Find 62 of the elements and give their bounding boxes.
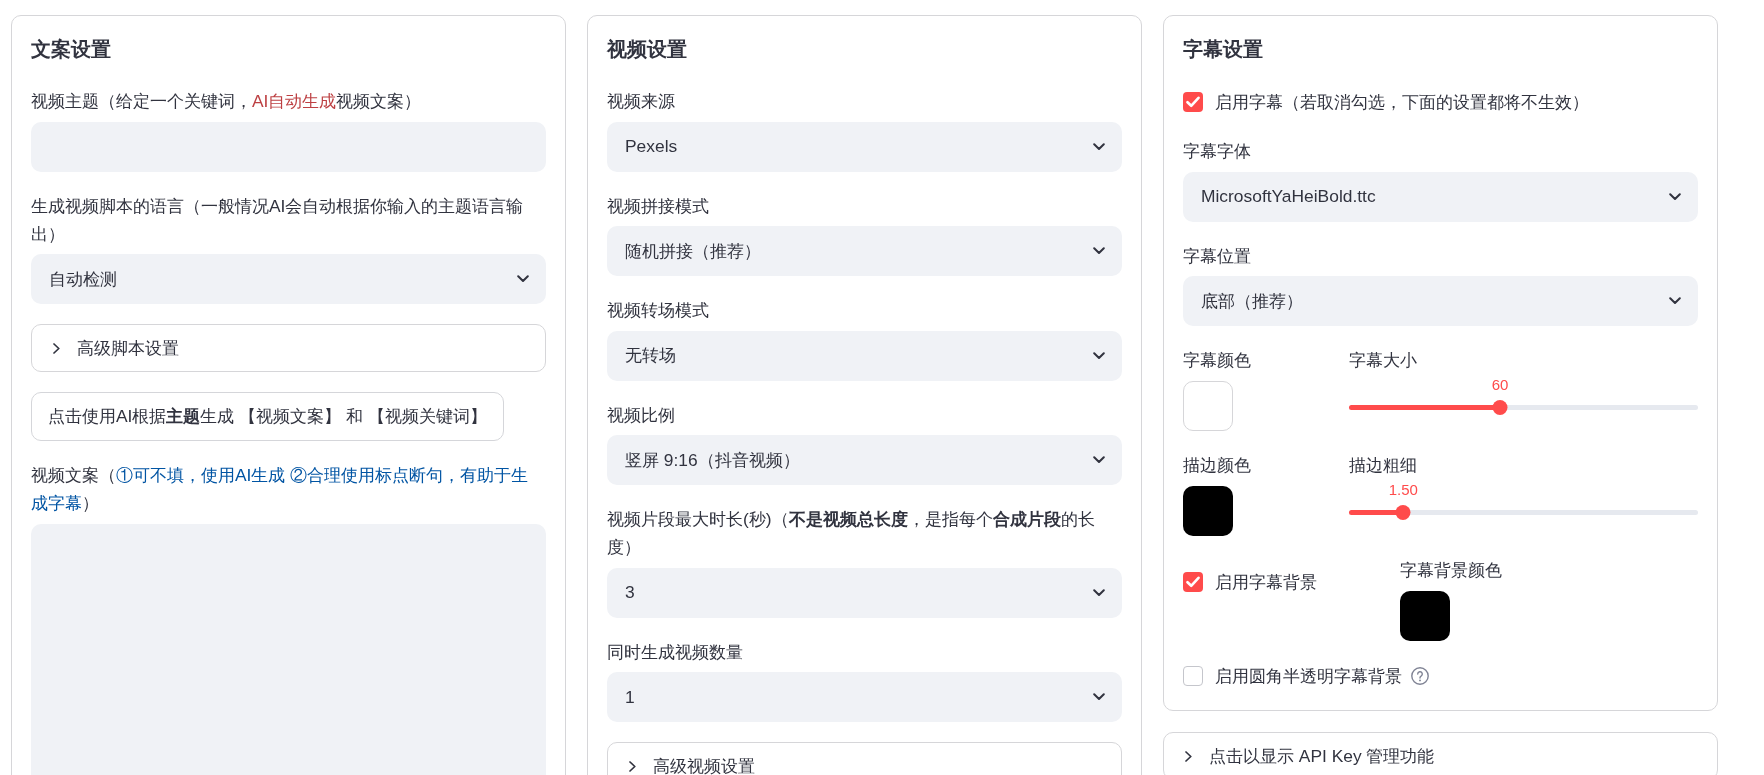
expander[interactable]: 点击以显示 API Key 管理功能 xyxy=(1163,732,1718,775)
field-label: 视频拼接模式 xyxy=(607,194,710,218)
chevron-right-icon xyxy=(629,760,636,772)
color-swatch[interactable] xyxy=(1183,486,1233,536)
color-swatch[interactable] xyxy=(1183,381,1233,431)
help-icon[interactable] xyxy=(1411,667,1429,685)
card-title: 字幕设置 xyxy=(1183,37,1264,62)
field-label: 生成视频脚本的语言（一般情况AI会自动根据你输入的主题语言输出） xyxy=(31,194,525,246)
select-dropdown[interactable]: 竖屏 9:16（抖音视频） xyxy=(607,435,1122,485)
field-label: 视频片段最大时长(秒)（不是视频总长度，是指每个合成片段的长度） xyxy=(607,508,1096,559)
slider[interactable] xyxy=(1349,400,1698,415)
field-label: 视频比例 xyxy=(607,403,676,427)
field-label: 视频文案（①可不填，使用AI生成 ②合理使用标点断句，有助于生成字幕） xyxy=(31,464,530,515)
chevron-down-icon xyxy=(1093,456,1105,464)
select-dropdown[interactable]: 无转场 xyxy=(607,330,1122,381)
checkbox[interactable] xyxy=(1183,92,1203,112)
color-swatch[interactable] xyxy=(1400,591,1450,641)
chevron-right-icon xyxy=(53,342,60,354)
checkbox-label: 启用字幕（若取消勾选，下面的设置都将不生效） xyxy=(1215,91,1589,114)
generate-button[interactable]: 点击使用AI根据主题生成 【视频文案】 和 【视频关键词】 xyxy=(31,392,504,441)
select-dropdown[interactable]: 自动检测 xyxy=(31,254,546,304)
chevron-down-icon xyxy=(1093,142,1105,151)
chevron-down-icon xyxy=(1669,297,1681,305)
slider-value: 60 xyxy=(1491,376,1509,394)
field-label: 视频来源 xyxy=(607,90,676,113)
chevron-down-icon xyxy=(1093,351,1105,360)
slider[interactable] xyxy=(1349,505,1698,520)
checkbox-label: 启用圆角半透明字幕背景 xyxy=(1215,665,1402,688)
expander[interactable]: 高级视频设置 xyxy=(607,742,1122,775)
checkbox[interactable] xyxy=(1183,666,1203,686)
field-label: 字幕位置 xyxy=(1183,244,1252,268)
chevron-right-icon xyxy=(1185,750,1192,762)
expander[interactable]: 高级脚本设置 xyxy=(31,324,546,372)
select-dropdown[interactable]: 3 xyxy=(607,567,1122,618)
field-label: 字幕背景颜色 xyxy=(1400,559,1503,582)
chevron-down-icon xyxy=(1093,693,1105,701)
card-title: 文案设置 xyxy=(31,37,112,62)
checkbox-label: 启用字幕背景 xyxy=(1215,570,1317,594)
checkmark-icon xyxy=(1186,575,1200,588)
field-label: 字幕字体 xyxy=(1183,140,1252,163)
chevron-down-icon xyxy=(1093,247,1105,255)
field-label: 字幕颜色 xyxy=(1183,349,1252,372)
chevron-down-icon xyxy=(1093,588,1105,597)
select-dropdown[interactable]: 底部（推荐） xyxy=(1183,276,1698,326)
field-label: 同时生成视频数量 xyxy=(607,640,744,664)
field-label: 视频转场模式 xyxy=(607,299,710,322)
field-label: 描边粗细 xyxy=(1349,454,1418,477)
field-label: 字幕大小 xyxy=(1349,349,1418,372)
chevron-down-icon xyxy=(1669,192,1681,201)
slider-thumb[interactable] xyxy=(1395,505,1411,520)
card-title: 视频设置 xyxy=(607,37,688,62)
select-dropdown[interactable]: Pexels xyxy=(607,121,1122,172)
slider-value: 1.50 xyxy=(1388,481,1418,499)
checkbox[interactable] xyxy=(1183,571,1203,592)
select-dropdown[interactable]: 1 xyxy=(607,672,1122,722)
chevron-down-icon xyxy=(517,275,529,283)
select-dropdown[interactable]: 随机拼接（推荐） xyxy=(607,226,1122,276)
field-label: 视频主题（给定一个关键词，AI自动生成视频文案） xyxy=(31,90,423,113)
select-dropdown[interactable]: MicrosoftYaHeiBold.ttc xyxy=(1183,171,1698,222)
slider-thumb[interactable] xyxy=(1492,400,1508,415)
checkmark-icon xyxy=(1186,96,1200,108)
field-label: 描边颜色 xyxy=(1183,454,1252,477)
